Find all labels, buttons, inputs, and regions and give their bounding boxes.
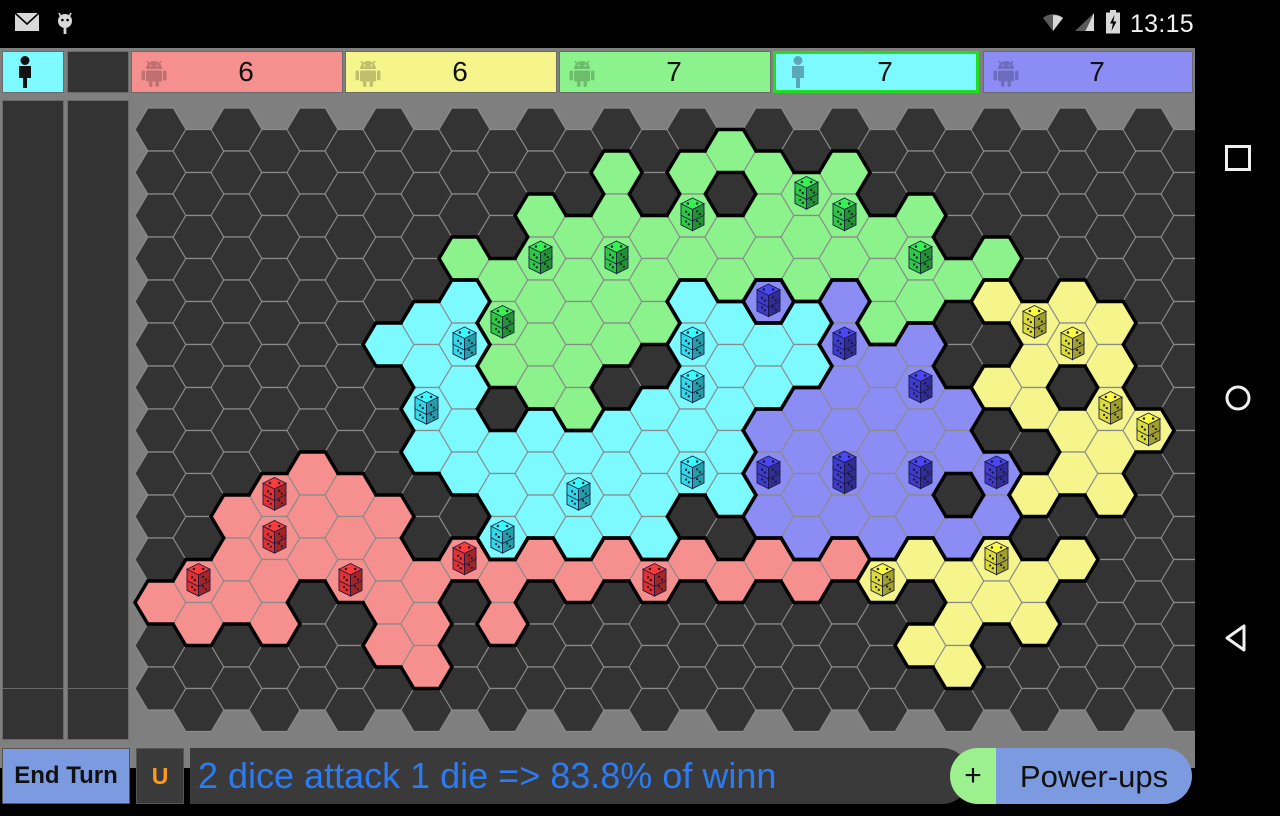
player-slot-0[interactable]: [2, 51, 64, 93]
wifi-icon: [1041, 12, 1065, 37]
android-icon: [350, 54, 386, 90]
status-bar-notifications: [14, 0, 76, 48]
battery-charging-icon: [1105, 9, 1121, 39]
dice-stack: [831, 326, 858, 361]
dice-stack: [1059, 326, 1086, 361]
player-slot-5[interactable]: 7: [773, 51, 979, 93]
dice-stack: [907, 455, 934, 490]
android-navigation-bar: [1195, 48, 1280, 768]
dice-stack: [451, 541, 478, 576]
person-icon: [7, 54, 43, 90]
dice-stack: [831, 197, 858, 232]
status-message-text: 2 dice attack 1 die => 83.8% of winn: [198, 755, 777, 796]
reserve-dice-slot-right: [67, 688, 129, 740]
powerups-button[interactable]: Power-ups: [996, 748, 1192, 804]
dice-stack: [907, 240, 934, 275]
dice-stack: [907, 369, 934, 404]
person-icon: [780, 54, 816, 90]
circle-icon: [1223, 383, 1253, 418]
android-bug-icon: [54, 9, 76, 40]
dice-stack: [261, 520, 288, 554]
dice-stack: [565, 477, 592, 511]
recents-button[interactable]: [1195, 130, 1280, 190]
dice-stack: [869, 563, 896, 597]
dice-stack: [1135, 412, 1162, 447]
dice-stack: [679, 197, 706, 232]
mail-icon: [14, 11, 40, 37]
dice-stack: [261, 477, 288, 511]
dice-stack: [755, 455, 782, 490]
player-territory-count: 7: [1089, 56, 1105, 87]
signal-icon: [1074, 12, 1096, 37]
reserve-dice-slot-left: [2, 688, 64, 740]
game-area: 6 6 7 7 7 End Turn U 2 dice attack 1 die => …: [0, 48, 1195, 804]
back-triangle-icon: [1222, 622, 1254, 659]
dice-stack: [185, 563, 212, 597]
undo-button[interactable]: U: [136, 748, 184, 804]
player-slot-4[interactable]: 7: [559, 51, 771, 93]
square-icon: [1223, 143, 1253, 178]
home-button[interactable]: [1195, 370, 1280, 430]
android-status-bar: 13:15: [0, 0, 1280, 48]
player-slot-6[interactable]: 7: [983, 51, 1193, 93]
dice-stack: [641, 563, 668, 597]
device-screen: 13:15 6 6 7 7 7 End Turn U 2 dice attack 1 d…: [0, 0, 1280, 804]
dice-stack: [603, 240, 630, 275]
status-message-box: 2 dice attack 1 die => 83.8% of winn: [190, 748, 970, 804]
dice-stack: [489, 520, 516, 554]
dice-stack: [983, 455, 1010, 490]
dice-stack: [1097, 391, 1124, 425]
player-territory-count: 6: [452, 56, 468, 87]
player-slot-2[interactable]: 6: [131, 51, 343, 93]
dice-stack: [337, 563, 364, 597]
back-button[interactable]: [1195, 610, 1280, 670]
android-icon: [136, 54, 172, 90]
reserve-dice-column-right: [67, 100, 129, 740]
dice-stack: [793, 176, 820, 210]
dice-stack: [413, 391, 440, 425]
hex-game-board[interactable]: [131, 100, 1195, 745]
player-slot-3[interactable]: 6: [345, 51, 557, 93]
status-bar-clock: 13:15: [1129, 9, 1194, 38]
dice-stack: [983, 541, 1010, 576]
bottom-toolbar: End Turn U 2 dice attack 1 die => 83.8% …: [0, 744, 1195, 816]
player-territory-count: 6: [238, 56, 254, 87]
player-slot-1[interactable]: [67, 51, 129, 93]
dice-stack: [679, 326, 706, 361]
reserve-dice-column-left: [2, 100, 64, 740]
end-turn-button[interactable]: End Turn: [2, 748, 130, 804]
android-icon: [564, 54, 600, 90]
player-territory-count: 7: [877, 56, 893, 87]
dice-stack: [679, 455, 706, 490]
dice-stack: [1021, 305, 1048, 339]
dice-stack: [679, 369, 706, 404]
dice-stack: [451, 326, 478, 361]
dice-stack: [527, 240, 554, 275]
board-svg: [133, 107, 1195, 733]
status-bar-system-icons: 13:15: [1041, 0, 1194, 48]
plus-icon: +: [964, 759, 982, 792]
powerups-label: Power-ups: [1019, 758, 1169, 794]
android-icon: [988, 54, 1024, 90]
player-status-bar: 6 6 7 7 7: [0, 48, 1195, 96]
dice-stack: [489, 305, 516, 339]
dice-stack: [755, 283, 782, 318]
player-territory-count: 7: [666, 56, 682, 87]
dice-stack: [831, 450, 858, 495]
